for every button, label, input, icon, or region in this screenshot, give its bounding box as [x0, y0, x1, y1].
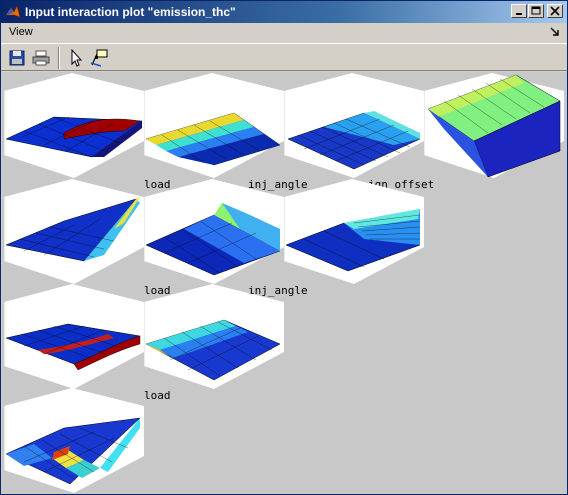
pointer-icon[interactable]	[67, 48, 87, 68]
matlab-icon	[5, 5, 21, 18]
menu-bar: View	[1, 23, 567, 43]
surface-plot[interactable]	[4, 73, 144, 178]
surface-plot[interactable]	[4, 284, 144, 389]
minimize-icon	[516, 13, 522, 15]
menu-view[interactable]: View	[9, 26, 33, 38]
maximize-icon	[531, 6, 541, 15]
dock-arrow-icon[interactable]	[549, 26, 561, 38]
surface-plot[interactable]	[144, 73, 284, 178]
surface-plot[interactable]	[4, 388, 144, 493]
toolbar-separator	[58, 47, 60, 69]
close-button[interactable]	[547, 4, 563, 18]
surface-plot[interactable]	[284, 179, 424, 284]
maximize-button[interactable]	[528, 4, 544, 18]
surface-plot[interactable]	[4, 179, 144, 284]
window-title: Input interaction plot "emission_thc"	[25, 5, 236, 19]
close-icon	[550, 6, 560, 16]
data-cursor-icon[interactable]	[89, 48, 109, 68]
title-bar[interactable]: Input interaction plot "emission_thc"	[1, 1, 567, 23]
surface-plot[interactable]	[144, 284, 284, 389]
plot-area: load inj_angle ign_offset load inj_angle…	[2, 72, 567, 494]
print-icon[interactable]	[31, 48, 51, 68]
surface-plot[interactable]	[144, 179, 284, 284]
save-icon[interactable]	[7, 48, 27, 68]
minimize-button[interactable]	[511, 4, 527, 18]
toolbar	[1, 43, 567, 71]
surface-plot[interactable]	[284, 73, 424, 178]
axis-label: load	[144, 389, 171, 402]
figure-window: Input interaction plot "emission_thc" Vi…	[0, 0, 568, 495]
surface-plot[interactable]	[424, 73, 564, 178]
